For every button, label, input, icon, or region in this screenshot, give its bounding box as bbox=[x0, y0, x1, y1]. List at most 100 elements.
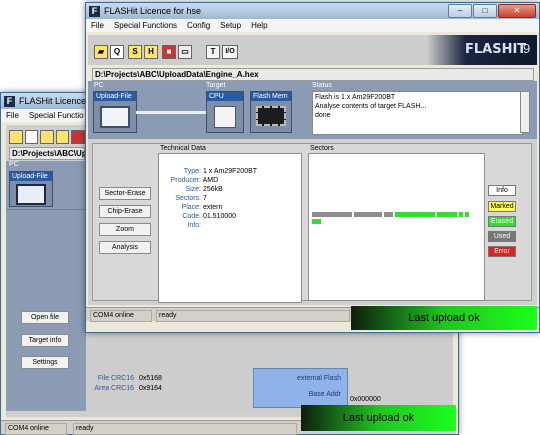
menu-setup[interactable]: Setup bbox=[220, 21, 241, 30]
t-button[interactable]: T bbox=[206, 45, 220, 59]
flash-mem-label: Flash Mem bbox=[251, 92, 291, 101]
tech-key: Code: bbox=[182, 213, 201, 220]
sector-bar[interactable] bbox=[395, 212, 435, 217]
io-button[interactable]: I/O bbox=[222, 45, 238, 59]
close-button[interactable]: ✕ bbox=[498, 4, 536, 18]
menu-special-functions[interactable]: Special Functions bbox=[114, 21, 177, 30]
external-flash-label: external Flash bbox=[297, 375, 341, 382]
upload-file-node[interactable]: Upload-File bbox=[93, 91, 137, 133]
tech-value: 01.510000 bbox=[202, 213, 237, 220]
target-label: Target bbox=[206, 82, 226, 89]
upload-banner: Last upload ok bbox=[351, 306, 537, 330]
back-upload-file-node[interactable]: Upload-File bbox=[9, 171, 53, 207]
back-stop-icon[interactable] bbox=[71, 130, 85, 144]
flashit-logo: FLASHIT 9 bbox=[427, 35, 537, 65]
back-h-icon[interactable] bbox=[55, 130, 70, 144]
base-addr-value: 0x000000 bbox=[350, 396, 381, 403]
cpu-cube-icon bbox=[214, 106, 236, 128]
technical-data-box: Type: 1 x Am29F200BT Producer: AMD Size:… bbox=[158, 153, 302, 303]
tech-row-producer: Producer: AMD bbox=[165, 177, 218, 184]
sectors-box bbox=[308, 153, 485, 301]
tech-key: Sectors: bbox=[175, 195, 201, 202]
menu-file[interactable]: File bbox=[91, 21, 104, 30]
cpu-label: CPU bbox=[207, 92, 243, 101]
monitor-icon bbox=[16, 184, 46, 205]
front-menu-bar: File Special Functions Config Setup Help bbox=[86, 19, 539, 32]
zoom-button[interactable]: Zoom bbox=[99, 223, 151, 236]
area-crc-row: Area CRC16 0x9164 bbox=[80, 385, 162, 392]
external-flash-box: external Flash Base Addr bbox=[253, 368, 348, 408]
tech-key: Type: bbox=[183, 168, 201, 175]
minimize-button[interactable]: – bbox=[448, 4, 472, 18]
tech-value: 7 bbox=[202, 195, 207, 202]
state-status: ready bbox=[156, 310, 350, 322]
technical-data-title: Technical Data bbox=[160, 145, 206, 152]
tech-value: extern bbox=[202, 204, 223, 211]
menu-config[interactable]: Config bbox=[187, 21, 210, 30]
back-upload-banner: Last upload ok bbox=[301, 405, 456, 431]
menu-help[interactable]: Help bbox=[251, 21, 267, 30]
sector-bar[interactable] bbox=[354, 212, 382, 217]
back-port-status: COM4 online bbox=[5, 423, 67, 435]
open-folder-icon[interactable]: ▰ bbox=[94, 45, 108, 59]
tech-row-sectors: Sectors: 7 bbox=[165, 195, 207, 202]
sector-bar[interactable] bbox=[459, 212, 463, 217]
status-title: Status bbox=[312, 82, 332, 89]
tech-row-size: Size: 256kB bbox=[165, 186, 223, 193]
legend-marked: Marked bbox=[488, 201, 516, 212]
file-crc-key: File CRC16 bbox=[97, 375, 134, 382]
tech-row-code: Code: 01.510000 bbox=[165, 213, 236, 220]
legend-info: Info bbox=[488, 185, 516, 196]
chip-erase-button[interactable]: Chip-Erase bbox=[99, 205, 151, 218]
status-log: Flash is 1 x Am29F200BT Analyse contents… bbox=[312, 91, 523, 135]
upload-file-label: Upload-File bbox=[94, 92, 136, 101]
front-title-bar: F FLASHit Licence for hse – □ ✕ bbox=[86, 3, 539, 19]
card-icon[interactable]: ▭ bbox=[178, 45, 192, 59]
front-window: F FLASHit Licence for hse – □ ✕ File Spe… bbox=[85, 2, 540, 333]
cpu-node[interactable]: CPU bbox=[206, 91, 244, 133]
h-button[interactable]: H bbox=[144, 45, 158, 59]
legend-error: Error bbox=[488, 246, 516, 257]
settings-button[interactable]: Settings bbox=[21, 356, 69, 369]
status-line-3: done bbox=[315, 112, 331, 119]
flash-mem-node[interactable]: Flash Mem bbox=[250, 91, 292, 133]
open-file-button[interactable]: Open file bbox=[21, 311, 69, 324]
back-menu-special[interactable]: Special Functio bbox=[29, 111, 84, 120]
port-status: COM4 online bbox=[90, 310, 152, 322]
sector-bar[interactable] bbox=[312, 219, 321, 224]
sector-erase-button[interactable]: Sector-Erase bbox=[99, 187, 151, 200]
sector-bar[interactable] bbox=[384, 212, 393, 217]
tech-value: 256kB bbox=[202, 186, 223, 193]
sector-bar[interactable] bbox=[465, 212, 469, 217]
connection-line bbox=[136, 111, 206, 114]
back-search-icon[interactable] bbox=[24, 130, 39, 144]
tech-key: Size: bbox=[185, 186, 201, 193]
stop-icon[interactable]: ■ bbox=[162, 45, 176, 59]
tech-row-place: Place: extern bbox=[165, 204, 223, 211]
analysis-button[interactable]: Analysis bbox=[99, 241, 151, 254]
maximize-button[interactable]: □ bbox=[473, 4, 497, 18]
sector-bar[interactable] bbox=[437, 212, 457, 217]
tech-row-info: Info: bbox=[165, 222, 201, 229]
status-scrollbar[interactable] bbox=[520, 91, 530, 133]
tech-key: Info: bbox=[187, 222, 201, 229]
tech-key: Producer: bbox=[170, 177, 201, 184]
s-button[interactable]: S bbox=[128, 45, 142, 59]
legend-erased: Erased bbox=[488, 216, 516, 227]
toolbar-area: ▰ Q S H ■ ▭ T I/O FLASHIT 9 bbox=[88, 35, 537, 65]
tech-value: AMD bbox=[202, 177, 219, 184]
legend-used: Used bbox=[488, 231, 516, 242]
back-s-icon[interactable] bbox=[40, 130, 54, 144]
path-bar: D:\Projects\ABC\UploadData\Engine_A.hex bbox=[92, 68, 534, 81]
back-menu-file[interactable]: File bbox=[6, 111, 19, 120]
front-window-title: FLASHit Licence for hse bbox=[104, 6, 202, 16]
sector-bar[interactable] bbox=[312, 212, 352, 217]
search-icon[interactable]: Q bbox=[110, 45, 124, 59]
back-state-status: ready bbox=[73, 423, 297, 435]
chip-icon bbox=[256, 106, 286, 126]
diagram-area: PC Target Status Upload-File CPU Flash M… bbox=[88, 81, 537, 139]
target-info-button[interactable]: Target info bbox=[21, 334, 69, 347]
main-panel: Technical Data Sectors Sector-Erase Chip… bbox=[88, 139, 537, 305]
back-left-column: PC Upload-File bbox=[6, 161, 86, 411]
back-open-folder-icon[interactable] bbox=[9, 130, 23, 144]
